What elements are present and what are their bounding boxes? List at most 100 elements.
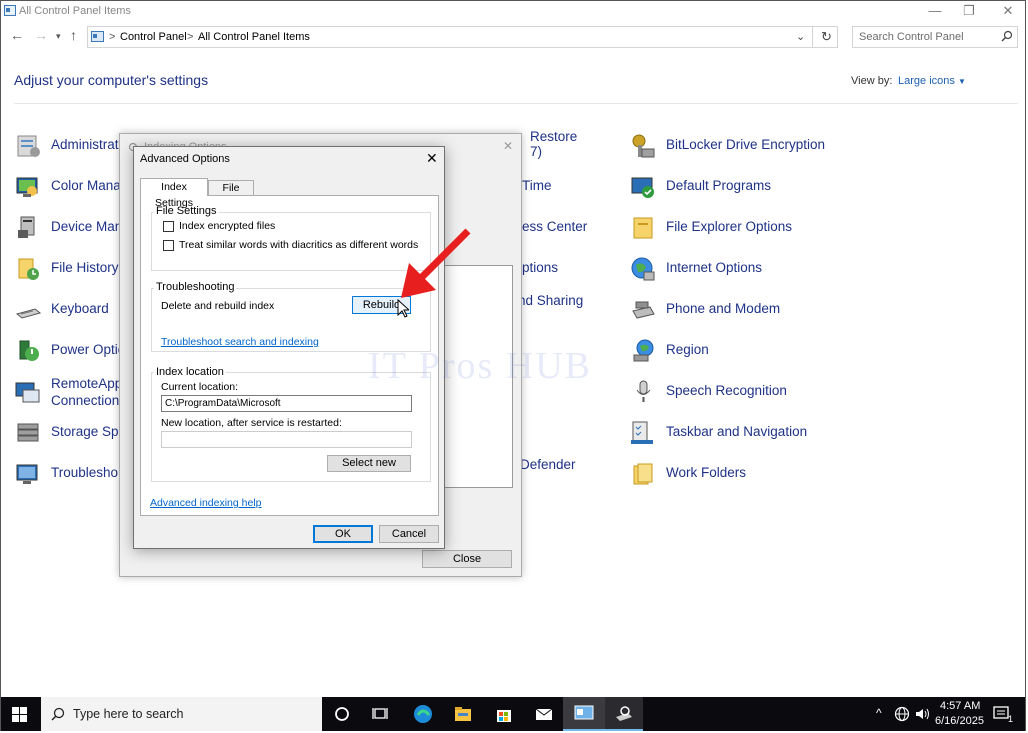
tab-index-settings[interactable]: Index Settings (140, 178, 208, 209)
cancel-button[interactable]: Cancel (379, 525, 439, 543)
view-by-value: Large icons (898, 75, 955, 87)
cp-item-indexing-options[interactable]: ptions (522, 260, 558, 275)
dialog-close-x[interactable]: ✕ (426, 150, 438, 167)
troubleshooting-title: Troubleshooting (154, 281, 237, 293)
cp-item-windows-defender[interactable]: Defender (520, 457, 576, 472)
notifications-count: 1 (1008, 714, 1014, 724)
show-hidden-icons-icon[interactable]: ^ (876, 706, 882, 720)
red-arrow-icon (395, 225, 475, 308)
internet-options-icon (630, 256, 656, 282)
index-location-title: Index location (154, 366, 226, 378)
encrypted-files-checkbox[interactable] (163, 221, 174, 232)
cp-item-label: BitLocker Drive Encryption (666, 137, 826, 152)
file-history-icon (15, 256, 41, 282)
diacritics-checkbox[interactable] (163, 240, 174, 251)
cp-item-label: File Explorer Options (666, 219, 793, 234)
current-location-field[interactable]: C:\ProgramData\Microsoft (161, 395, 412, 412)
refresh-icon[interactable]: ↻ (821, 29, 832, 45)
administrative-tools-icon (15, 133, 41, 159)
divider (812, 26, 813, 48)
address-dropdown-icon[interactable]: ⌄ (796, 30, 805, 43)
taskbar-search[interactable]: Type here to search (41, 697, 322, 731)
cp-item-label: Default Programs (666, 178, 772, 193)
close-button[interactable]: ✕ (988, 1, 1028, 23)
task-view-icon[interactable] (372, 704, 392, 724)
cp-item-ease-of-access[interactable]: ess Center (522, 219, 587, 234)
troubleshooting-icon (15, 461, 41, 487)
rebuild-label: Delete and rebuild index (161, 300, 275, 312)
cp-item-label-line2: 7) (530, 144, 543, 159)
cortana-icon[interactable] (332, 704, 352, 724)
up-arrow-icon[interactable]: ↑ (70, 27, 77, 43)
search-icon (51, 707, 65, 724)
recent-locations-icon[interactable]: ▾ (56, 31, 61, 42)
cp-item-label: Internet Options (666, 260, 763, 275)
new-location-field[interactable] (161, 431, 412, 448)
taskbar-search-input[interactable]: Type here to search (73, 707, 183, 721)
windows-start-icon[interactable] (12, 707, 27, 725)
work-folders-icon (630, 461, 656, 487)
clock-time[interactable]: 4:57 AM (940, 700, 980, 712)
address-bar[interactable]: > Control Panel > All Control Panel Item… (87, 26, 838, 48)
control-panel-icon (574, 704, 594, 725)
mouse-cursor-icon (397, 298, 411, 322)
tab-file-types[interactable]: File Types (208, 180, 254, 208)
taskbar: Type here to search ^ 4:57 AM 6/16/2025 … (1, 697, 1025, 731)
control-panel-icon (91, 31, 104, 45)
file-explorer-icon[interactable] (453, 704, 473, 724)
forward-arrow-icon[interactable]: → (34, 27, 48, 43)
taskbar-control-panel-button[interactable] (563, 697, 605, 731)
breadcrumb-all-items[interactable]: All Control Panel Items (198, 31, 310, 43)
cp-item-label: Device Mana (51, 219, 130, 234)
default-programs-icon (630, 174, 656, 200)
device-manager-icon (15, 215, 41, 241)
cp-item-label: Storage Spa (51, 424, 127, 439)
troubleshoot-link[interactable]: Troubleshoot search and indexing (161, 336, 319, 348)
file-explorer-options-icon (630, 215, 656, 241)
breadcrumb-control-panel[interactable]: Control Panel (120, 31, 187, 43)
view-by-dropdown[interactable]: Large icons ▼ (898, 75, 966, 87)
ok-button[interactable]: OK (313, 525, 373, 543)
cp-item-label: Restore (530, 129, 578, 144)
restore-button[interactable]: ❐ (949, 1, 989, 23)
cp-item-label: RemoteApp (51, 376, 123, 391)
cp-item-date-time[interactable]: Time (522, 178, 552, 193)
title-bar: All Control Panel Items — ❐ ✕ (1, 1, 1025, 23)
cp-item-label: Power Optic (51, 342, 125, 357)
cp-item-label-line2: Connections (51, 393, 127, 408)
back-arrow-icon[interactable]: ← (10, 27, 24, 43)
storage-spaces-icon (15, 420, 41, 446)
watermark: IT Pros HUB (368, 345, 592, 387)
volume-icon[interactable] (914, 706, 930, 725)
clock-date[interactable]: 6/16/2025 (935, 715, 984, 727)
select-new-button[interactable]: Select new (327, 455, 411, 472)
taskbar-indexing-button[interactable] (605, 697, 643, 731)
indexing-close-button[interactable]: Close (422, 550, 512, 568)
phone-modem-icon (630, 297, 656, 323)
dialog-title: Advanced Options (140, 153, 230, 165)
search-input[interactable]: Search Control Panel (859, 31, 964, 43)
cp-item-label: File History (51, 260, 119, 275)
diacritics-label: Treat similar words with diacritics as d… (179, 239, 419, 251)
microphone-icon (630, 379, 656, 405)
view-by-label: View by: (851, 75, 893, 87)
cp-item-network-sharing[interactable]: nd Sharing (518, 293, 583, 308)
search-box[interactable]: Search Control Panel (852, 26, 1018, 48)
new-location-label: New location, after service is restarted… (161, 417, 342, 429)
advanced-help-link[interactable]: Advanced indexing help (150, 497, 262, 509)
keyboard-icon (15, 297, 42, 323)
divider (14, 103, 1018, 104)
store-icon[interactable] (494, 704, 514, 724)
mail-icon[interactable] (534, 704, 554, 724)
current-location-label: Current location: (161, 381, 239, 393)
cp-item-label: Color Mana (51, 178, 121, 193)
cp-item-label: Taskbar and Navigation (666, 424, 808, 439)
cp-item-recovery[interactable]: Restore 7) (530, 129, 577, 159)
indexing-close-x[interactable]: ✕ (503, 139, 513, 153)
cp-item-label: Speech Recognition (666, 383, 787, 398)
network-icon[interactable] (894, 706, 910, 725)
edge-icon[interactable] (413, 704, 433, 724)
color-management-icon (15, 174, 41, 200)
cp-item-label: Troublesho (51, 465, 119, 480)
remoteapp-icon (15, 380, 41, 406)
